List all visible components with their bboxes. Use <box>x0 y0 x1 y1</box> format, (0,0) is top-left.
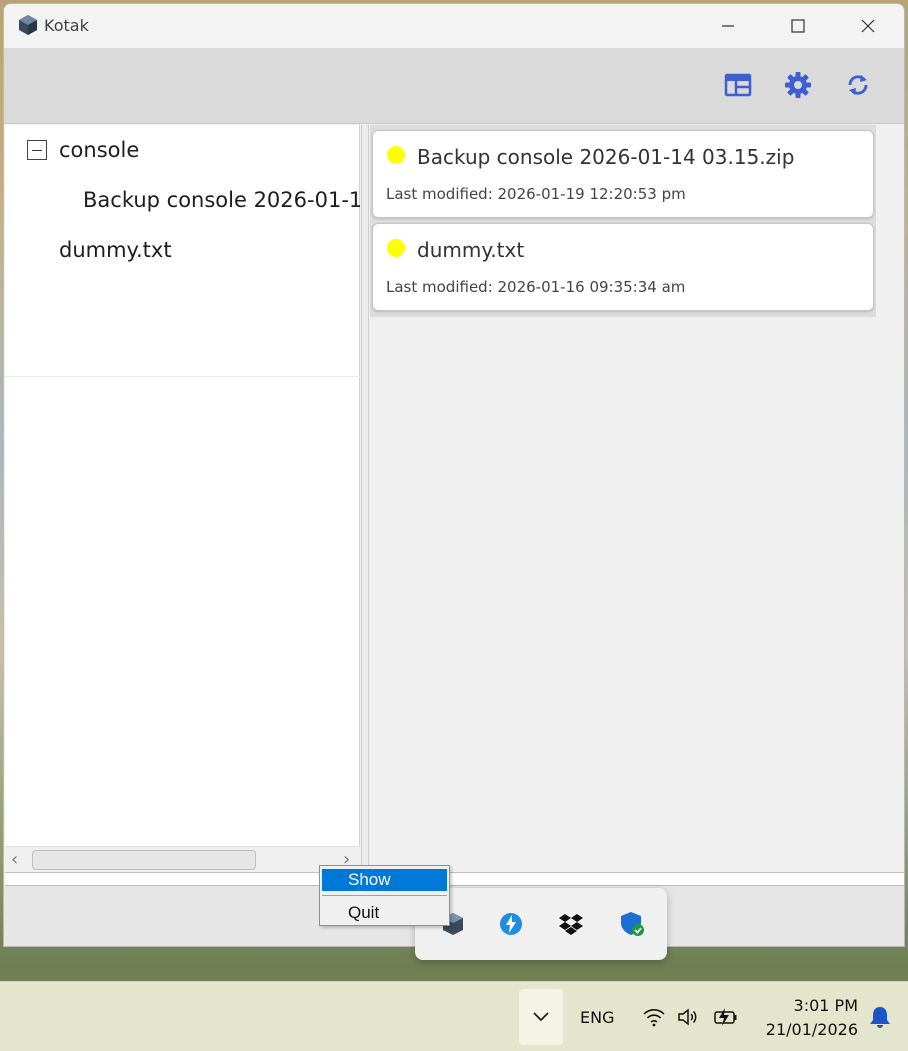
show-hidden-icons-button[interactable] <box>519 989 563 1045</box>
maximize-button[interactable] <box>768 4 828 48</box>
layout-icon <box>724 73 752 97</box>
file-card-name: Backup console 2026-01-14 03.15.zip <box>417 145 795 169</box>
menu-item-show[interactable]: Show <box>322 869 447 891</box>
gear-icon <box>785 72 811 98</box>
toolbar <box>4 48 904 124</box>
file-card-modified: Last modified: 2026-01-19 12:20:53 pm <box>386 185 686 203</box>
file-card[interactable]: dummy.txt Last modified: 2026-01-16 09:3… <box>372 223 874 311</box>
dropbox-icon[interactable] <box>557 910 585 938</box>
scroll-left-icon[interactable]: ‹ <box>11 849 18 870</box>
status-dot <box>387 146 405 164</box>
close-icon <box>861 19 875 33</box>
tree-horizontal-scrollbar[interactable]: ‹ › <box>5 846 360 872</box>
maximize-icon <box>791 19 805 33</box>
cards-list: Backup console 2026-01-14 03.15.zip Last… <box>370 125 876 317</box>
tree-item-backup-zip[interactable]: Backup console 2026-01-14 03.15.zip <box>83 188 360 212</box>
notification-bell-icon[interactable] <box>867 1004 893 1030</box>
tray-overflow-flyout <box>415 888 667 960</box>
sync-button[interactable] <box>841 68 875 102</box>
menu-item-quit[interactable]: Quit <box>322 902 447 924</box>
tray-context-menu: Show Quit <box>319 865 450 926</box>
file-card-modified: Last modified: 2026-01-16 09:35:34 am <box>386 278 686 296</box>
security-shield-icon[interactable] <box>618 910 646 938</box>
status-divider <box>5 872 904 886</box>
kotak-app-icon <box>19 15 37 35</box>
settings-button[interactable] <box>781 68 815 102</box>
sync-icon <box>848 75 868 95</box>
file-card-name: dummy.txt <box>417 238 525 262</box>
file-tree-pane: console Backup console 2026-01-14 03.15.… <box>5 125 360 870</box>
tree-item-console[interactable]: console <box>59 138 139 162</box>
title-bar[interactable]: Kotak <box>4 4 904 48</box>
volume-icon[interactable] <box>676 1004 702 1030</box>
tree-item-dummy-txt[interactable]: dummy.txt <box>59 238 172 262</box>
minimize-button[interactable] <box>698 4 758 48</box>
language-indicator[interactable]: ENG <box>580 1008 614 1027</box>
window-title: Kotak <box>44 16 89 35</box>
battery-charging-icon[interactable] <box>713 1004 739 1030</box>
close-button[interactable] <box>838 4 898 48</box>
file-card[interactable]: Backup console 2026-01-14 03.15.zip Last… <box>372 130 874 218</box>
file-tree: console Backup console 2026-01-14 03.15.… <box>5 125 360 377</box>
minimize-icon <box>722 25 734 27</box>
taskbar: ENG 3:01 PM 21/01/2026 <box>0 981 908 1051</box>
thunderbolt-icon[interactable] <box>497 910 525 938</box>
chevron-down-icon <box>533 1012 549 1022</box>
clock-time: 3:01 PM <box>793 996 858 1015</box>
app-window: Kotak console Backup console 2026-01- du… <box>3 3 905 947</box>
file-cards-pane: Backup console 2026-01-14 03.15.zip Last… <box>370 125 904 872</box>
clock[interactable]: 3:01 PM 21/01/2026 <box>756 994 858 1042</box>
pane-splitter[interactable] <box>361 125 369 872</box>
clock-date: 21/01/2026 <box>765 1020 858 1039</box>
wifi-icon[interactable] <box>641 1004 667 1030</box>
scrollbar-thumb[interactable] <box>32 850 256 870</box>
menu-separator <box>322 895 447 896</box>
layout-button[interactable] <box>721 68 755 102</box>
status-dot <box>387 239 405 257</box>
collapse-toggle-icon[interactable] <box>27 140 47 160</box>
